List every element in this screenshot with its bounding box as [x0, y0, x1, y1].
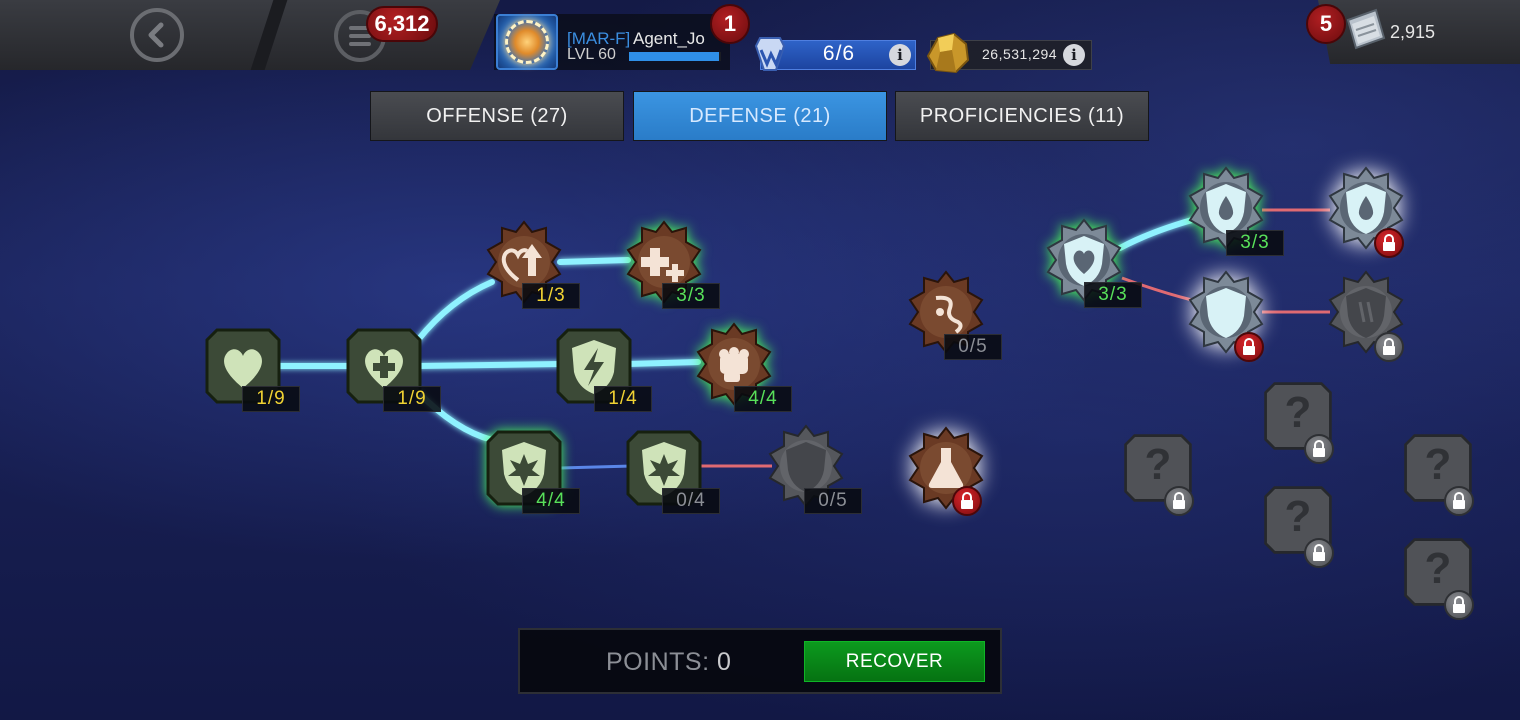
link-willpower-salve: [557, 257, 631, 265]
lock-icon: [952, 486, 982, 516]
lock-icon: [1374, 228, 1404, 258]
node-count-salve: 3/3: [662, 283, 720, 309]
lock-icon: [1164, 486, 1194, 516]
lock-icon: [1444, 486, 1474, 516]
node-count-liquid-courage: 3/3: [1226, 230, 1284, 256]
node-count-block-chance: 0/5: [804, 488, 862, 514]
question-mark-icon: ?: [1144, 440, 1172, 489]
points-display: POINTS: 0: [606, 648, 731, 677]
lock-icon: [1374, 332, 1404, 362]
node-count-recovery: 1/9: [383, 386, 441, 412]
recover-button[interactable]: RECOVER: [804, 641, 985, 682]
link-recovery-willpower: [415, 279, 495, 343]
lock-icon: [1444, 590, 1474, 620]
points-label: POINTS:: [606, 648, 710, 676]
node-count-resilience: 4/4: [734, 386, 792, 412]
node-count-despair: 0/5: [944, 334, 1002, 360]
node-count-health: 1/9: [242, 386, 300, 412]
lock-icon: [1234, 332, 1264, 362]
node-count-inequity: 3/3: [1084, 282, 1142, 308]
points-value: 0: [716, 648, 732, 676]
question-mark-icon: ?: [1424, 544, 1452, 593]
link-inequity-liquidcourage: [1117, 217, 1195, 251]
node-count-willpower: 1/3: [522, 283, 580, 309]
link-recovery-blockprof: [415, 361, 563, 369]
question-mark-icon: ?: [1424, 440, 1452, 489]
node-count-stand-your-ground: 0/4: [662, 488, 720, 514]
node-count-block-proficiency: 1/4: [594, 386, 652, 412]
link-perfectblock-standground: [559, 464, 633, 470]
lock-icon: [1304, 538, 1334, 568]
lock-icon: [1304, 434, 1334, 464]
question-mark-icon: ?: [1284, 388, 1312, 437]
node-count-perfect-block: 4/4: [522, 488, 580, 514]
link-blockprof-resilience: [625, 359, 701, 367]
question-mark-icon: ?: [1284, 492, 1312, 541]
